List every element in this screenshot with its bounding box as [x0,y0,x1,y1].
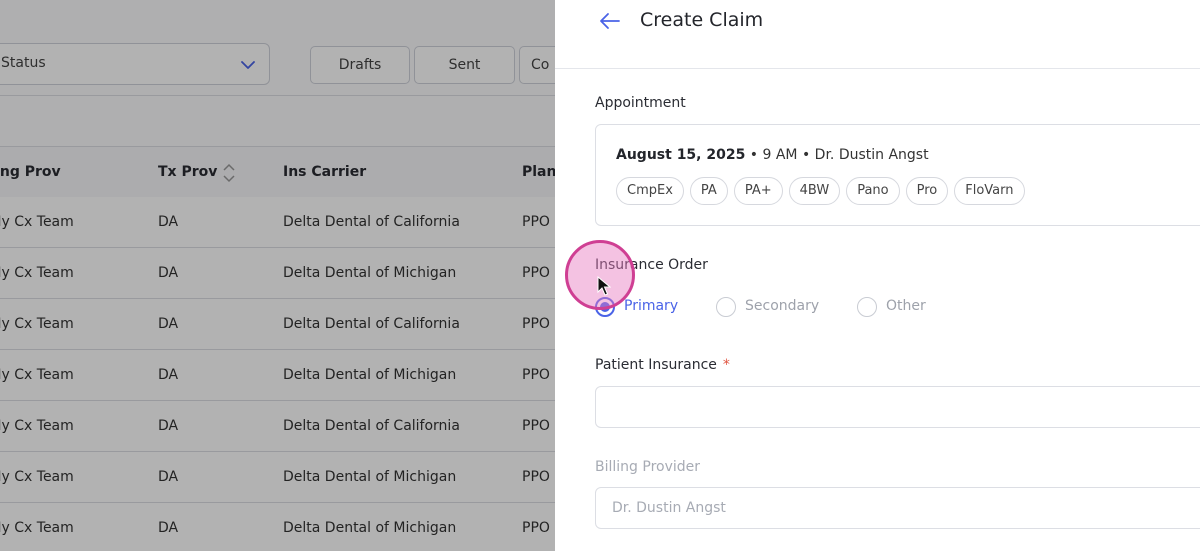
procedure-chip: Pano [846,177,900,205]
radio-label: Primary [624,298,679,314]
drawer-header: Create Claim [555,0,1200,69]
back-arrow-icon[interactable] [597,9,625,33]
required-marker: * [722,357,730,373]
procedure-chip: Pro [905,177,949,205]
radio-indicator [716,297,736,317]
procedure-chip: 4BW [788,177,841,205]
billing-provider-select[interactable]: Dr. Dustin Angst [595,487,1200,529]
patient-insurance-select[interactable] [595,386,1200,428]
procedure-chip: PA [689,177,728,205]
radio-label: Other [886,298,926,314]
appointment-details: • 9 AM • Dr. Dustin Angst [745,147,929,163]
patient-insurance-label: Patient Insurance * [595,357,730,373]
create-claim-drawer: Create Claim Appointment August 15, 2025… [555,0,1200,551]
mouse-cursor-icon [597,276,611,296]
appointment-date: August 15, 2025 [616,147,746,163]
procedure-chip: CmpEx [616,177,684,205]
radio-indicator [857,297,877,317]
billing-provider-value: Dr. Dustin Angst [612,500,726,516]
page-title: Create Claim [640,9,764,31]
procedure-chip: PA+ [733,177,783,205]
procedure-chip: FloVarn [954,177,1025,205]
appointment-card[interactable]: August 15, 2025 • 9 AM • Dr. Dustin Angs… [595,124,1200,226]
billing-provider-label: Billing Provider [595,459,701,475]
radio-label: Secondary [745,298,820,314]
appointment-summary: August 15, 2025 • 9 AM • Dr. Dustin Angs… [616,147,929,163]
modal-backdrop[interactable] [0,0,555,551]
patient-insurance-label-text: Patient Insurance [595,357,717,373]
click-highlight [565,240,635,310]
appointment-label: Appointment [595,95,686,111]
procedure-chips: CmpEx PA PA+ 4BW Pano Pro FloVarn [616,177,1025,205]
